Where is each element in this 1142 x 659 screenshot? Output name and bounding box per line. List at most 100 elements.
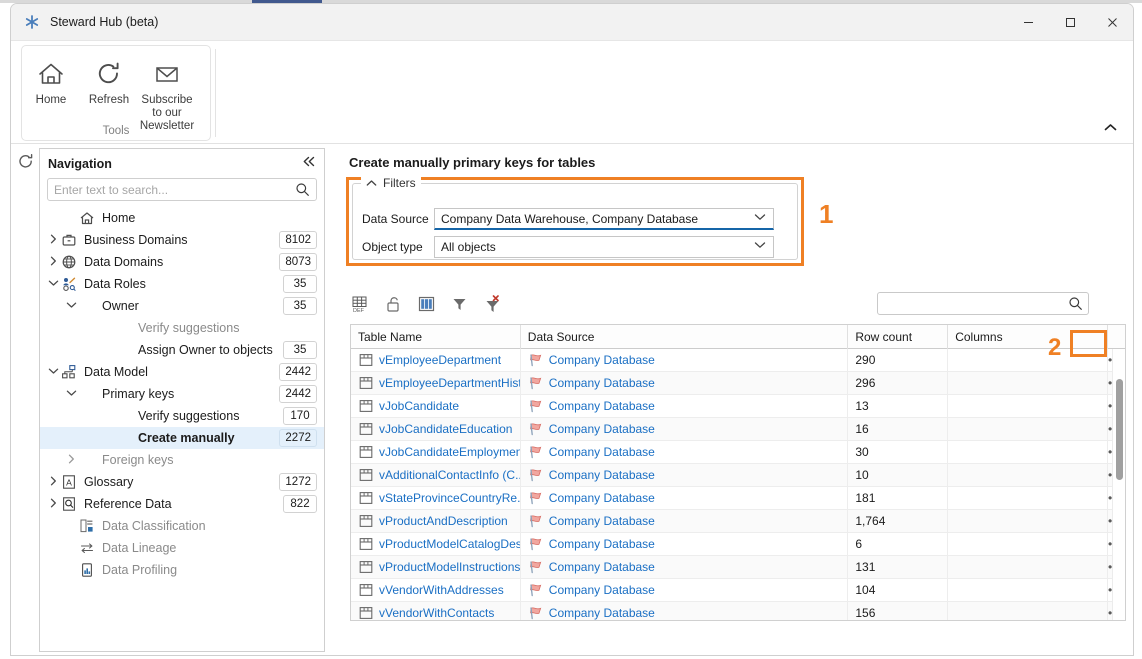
data-source-link[interactable]: Company Database <box>549 376 655 390</box>
table-row[interactable]: vJobCandidateEmployment Company Database 3… <box>351 440 1125 464</box>
chevron-right-icon[interactable] <box>46 234 60 247</box>
table-row[interactable]: vJobCandidateEducation Company Database 16… <box>351 417 1125 441</box>
maximize-button[interactable] <box>1049 4 1091 41</box>
cell-table-name: vProductModelCatalogDes... <box>351 532 521 556</box>
minimize-button[interactable] <box>1007 4 1049 41</box>
sidebar-item-data-lineage[interactable]: Data Lineage <box>40 537 324 559</box>
table-name-link[interactable]: vJobCandidateEducation <box>379 422 512 436</box>
table-definition-icon[interactable]: DEF <box>351 294 370 313</box>
chevron-right-icon[interactable] <box>46 256 60 269</box>
close-button[interactable] <box>1091 4 1133 41</box>
data-source-link[interactable]: Company Database <box>549 445 655 459</box>
table-row[interactable]: vProductAndDescription Company Database 1,… <box>351 509 1125 533</box>
table-row[interactable]: vVendorWithAddressesCompany Database104•… <box>351 578 1125 602</box>
grid-vertical-scrollbar[interactable] <box>1112 349 1125 620</box>
sidebar-item-verify-suggestions[interactable]: Verify suggestions 170 <box>40 405 324 427</box>
chevron-right-icon[interactable] <box>46 498 60 511</box>
data-source-link[interactable]: Company Database <box>549 514 655 528</box>
globe-icon <box>60 254 78 270</box>
table-icon <box>358 352 374 368</box>
chevron-down-icon[interactable] <box>754 240 766 252</box>
grid-search-input[interactable] <box>878 293 1058 314</box>
data-source-link[interactable]: Company Database <box>549 491 655 505</box>
search-icon[interactable] <box>1068 296 1083 314</box>
sidebar-item-data-classification[interactable]: Data Classification <box>40 515 324 537</box>
sidebar-item-home[interactable]: Home <box>40 207 324 229</box>
table-name-link[interactable]: vVendorWithContacts <box>379 606 494 620</box>
data-source-link[interactable]: Company Database <box>549 468 655 482</box>
table-row[interactable]: vJobCandidateCompany Database13••• <box>351 394 1125 418</box>
sidebar-item-glossary[interactable]: A Glossary 1272 <box>40 471 324 493</box>
chevron-down-icon[interactable] <box>754 212 766 224</box>
chevron-down-icon[interactable] <box>46 367 60 378</box>
filter-icon[interactable] <box>450 294 469 313</box>
table-row[interactable]: vAdditionalContactInfo (C... Company Data… <box>351 463 1125 487</box>
table-name-link[interactable]: vJobCandidateEmployment <box>379 445 520 459</box>
table-row[interactable]: vProductModelInstructions Company Databas… <box>351 555 1125 579</box>
ribbon-button-refresh[interactable]: Refresh <box>80 56 138 133</box>
data-source-combobox[interactable]: Company Data Warehouse, Company Database <box>434 208 774 230</box>
sidebar-item-data-roles[interactable]: Data Roles 35 <box>40 273 324 295</box>
chevron-down-icon[interactable] <box>64 389 78 400</box>
sidebar-item-label: Data Profiling <box>102 563 178 577</box>
data-source-link[interactable]: Company Database <box>549 606 655 620</box>
grid-scrollbar-thumb[interactable] <box>1116 379 1123 480</box>
navigation-search[interactable] <box>47 178 317 201</box>
sidebar-item-data-model[interactable]: Data Model 2442 <box>40 361 324 383</box>
table-name-link[interactable]: vStateProvinceCountryRe... <box>379 491 520 505</box>
chevron-down-icon[interactable] <box>64 301 78 312</box>
data-source-link[interactable]: Company Database <box>549 353 655 367</box>
search-icon[interactable] <box>295 182 310 200</box>
table-name-link[interactable]: vProductModelInstructions <box>379 560 520 574</box>
sidebar-item-business-domains[interactable]: Business Domains 8102 <box>40 229 324 251</box>
sidebar-item-data-profiling[interactable]: Data Profiling <box>40 559 324 581</box>
chevron-up-icon[interactable] <box>1099 117 1121 137</box>
search-input[interactable] <box>48 179 278 200</box>
table-name-link[interactable]: vEmployeeDepartmentHist... <box>379 376 520 390</box>
column-header-row-count[interactable]: Row count <box>848 325 949 349</box>
sidebar-item-primary-keys[interactable]: Primary keys 2442 <box>40 383 324 405</box>
grid-search-box[interactable] <box>877 292 1089 315</box>
sidebar-item-owner[interactable]: Owner 35 <box>40 295 324 317</box>
ribbon-button-home[interactable]: Home <box>22 56 80 133</box>
clear-filter-icon[interactable] <box>483 294 502 313</box>
table-row[interactable]: vEmployeeDepartmentHist... Company Databa… <box>351 371 1125 395</box>
data-source-link[interactable]: Company Database <box>549 399 655 413</box>
data-source-link[interactable]: Company Database <box>549 583 655 597</box>
table-row[interactable]: vProductModelCatalogDes... Company Databa… <box>351 532 1125 556</box>
table-name-link[interactable]: vProductModelCatalogDes... <box>379 537 520 551</box>
chevron-up-icon[interactable] <box>366 176 377 190</box>
sidebar-item-foreign-keys[interactable]: Foreign keys <box>40 449 324 471</box>
sidebar-item-create-manually[interactable]: Create manually 2272 <box>40 427 324 449</box>
tree-no-icon <box>114 408 132 424</box>
sidebar-item-data-domains[interactable]: Data Domains 8073 <box>40 251 324 273</box>
data-source-link[interactable]: Company Database <box>549 560 655 574</box>
sidebar-item-verify-suggestions[interactable]: Verify suggestions <box>40 317 324 339</box>
column-header-data-source[interactable]: Data Source <box>521 325 849 349</box>
table-name-link[interactable]: vVendorWithAddresses <box>379 583 504 597</box>
table-name-link[interactable]: vAdditionalContactInfo (C... <box>379 468 520 482</box>
filters-legend[interactable]: Filters <box>361 176 421 190</box>
data-source-link[interactable]: Company Database <box>549 537 655 551</box>
rail-refresh-icon[interactable] <box>17 153 35 171</box>
chevron-down-icon[interactable] <box>46 279 60 290</box>
data-source-link[interactable]: Company Database <box>549 422 655 436</box>
column-header-table-name[interactable]: Table Name <box>351 325 521 349</box>
sidebar-item-count-badge: 170 <box>283 407 317 425</box>
table-name-link[interactable]: vJobCandidate <box>379 399 459 413</box>
table-name-link[interactable]: vEmployeeDepartment <box>379 353 501 367</box>
choose-columns-icon[interactable] <box>417 294 436 313</box>
double-chevron-left-icon[interactable] <box>302 155 316 170</box>
object-type-combobox[interactable]: All objects <box>434 236 774 258</box>
table-row[interactable]: vEmployeeDepartmentCompany Database290••… <box>351 348 1125 372</box>
ribbon-button-subscribe[interactable]: Subscribe to our Newsletter <box>138 56 196 133</box>
chevron-right-icon[interactable] <box>46 476 60 489</box>
data-source-value: Company Data Warehouse, Company Database <box>441 211 699 226</box>
table-row[interactable]: vStateProvinceCountryRe... Company Databa… <box>351 486 1125 510</box>
lock-open-icon[interactable] <box>384 294 403 313</box>
chevron-right-icon[interactable] <box>64 454 78 467</box>
sidebar-item-assign-owner-to-objects[interactable]: Assign Owner to objects 35 <box>40 339 324 361</box>
table-row[interactable]: vVendorWithContactsCompany Database156••… <box>351 601 1125 620</box>
table-name-link[interactable]: vProductAndDescription <box>379 514 508 528</box>
sidebar-item-reference-data[interactable]: Reference Data 822 <box>40 493 324 515</box>
